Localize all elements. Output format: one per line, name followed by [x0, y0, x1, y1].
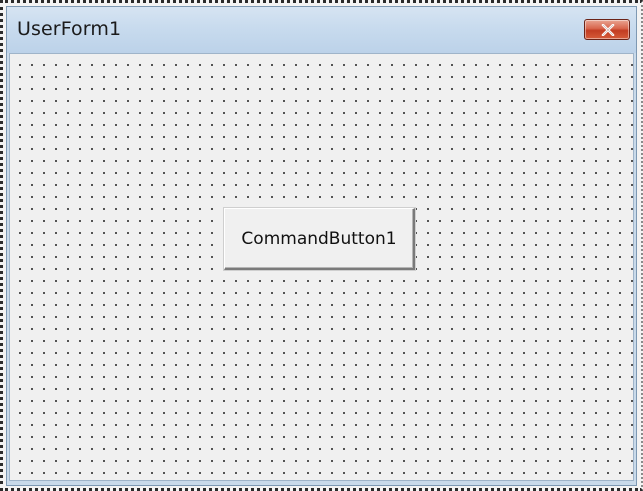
userform-window: UserForm1 CommandButton1 [6, 6, 637, 486]
close-button[interactable] [584, 19, 630, 40]
close-icon [601, 24, 615, 36]
form-design-surface[interactable]: CommandButton1 [9, 53, 634, 481]
title-bar[interactable]: UserForm1 [7, 7, 636, 53]
command-button-1[interactable]: CommandButton1 [224, 208, 415, 270]
window-title: UserForm1 [17, 18, 122, 40]
